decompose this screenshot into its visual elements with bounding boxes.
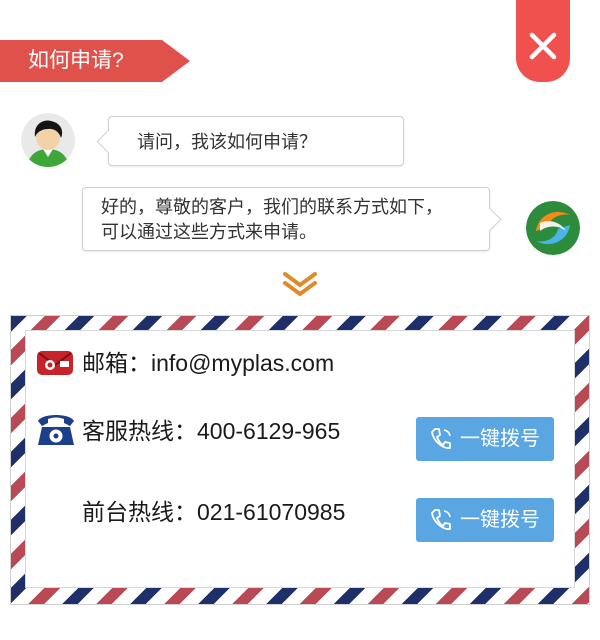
close-button[interactable]: [516, 0, 570, 82]
email-label: 邮箱：info@myplas.com: [82, 350, 335, 376]
question-bubble: 请问，我该如何申请？: [96, 116, 404, 166]
chevron-down-icon: [283, 272, 317, 296]
close-icon: [529, 32, 557, 60]
front-desk-label: 前台热线：021-61070985: [82, 499, 346, 525]
call-button-label: 一键拨号: [460, 509, 540, 531]
question-text: 请问，我该如何申请？: [137, 132, 317, 152]
telephone-icon: [38, 415, 74, 445]
bubble-tail: [96, 129, 121, 154]
answer-line-1: 好的，尊敬的客户，我们的联系方式如下，: [101, 197, 443, 217]
service-hotline-row: 客服热线：400-6129-965: [34, 409, 340, 449]
email-row: 邮箱：info@myplas.com: [34, 341, 334, 381]
answer-line-2: 可以通过这些方式来申请。: [101, 222, 317, 242]
mail-icon: [37, 351, 73, 375]
contact-envelope: 邮箱：info@myplas.com 客服热线：400-6129-965 前台热…: [10, 315, 590, 605]
call-service-button[interactable]: 一键拨号: [416, 417, 554, 461]
call-front-desk-button[interactable]: 一键拨号: [416, 498, 554, 542]
call-button-label: 一键拨号: [460, 428, 540, 450]
phone-icon: [431, 428, 451, 449]
page-title: 如何申请?: [0, 40, 190, 82]
front-desk-row: 前台热线：021-61070985: [82, 493, 345, 527]
phone-icon: [431, 509, 451, 530]
brand-logo: [526, 201, 580, 255]
service-hotline-label: 客服热线：400-6129-965: [82, 418, 341, 444]
answer-bubble: 好的，尊敬的客户，我们的联系方式如下， 可以通过这些方式来申请。: [82, 187, 502, 251]
contact-card: 邮箱：info@myplas.com 客服热线：400-6129-965 前台热…: [25, 330, 575, 588]
user-avatar: [21, 113, 75, 167]
